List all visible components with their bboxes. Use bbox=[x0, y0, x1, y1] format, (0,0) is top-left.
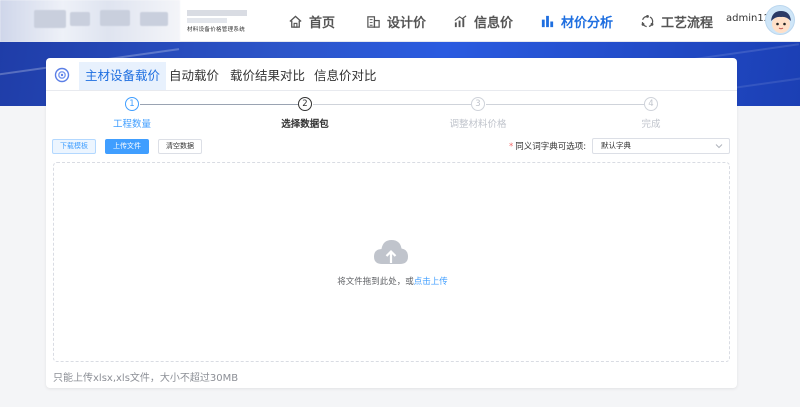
main-card: 主材设备载价 自动载价 载价结果对比 信息价对比 1 2 3 4 工程数量 选择… bbox=[46, 58, 737, 388]
chevron-down-icon bbox=[715, 144, 723, 149]
upload-instructions: 将文件拖到此处，或点击上传 bbox=[54, 275, 731, 287]
upload-dropzone[interactable]: 将文件拖到此处，或点击上传 bbox=[53, 162, 730, 362]
nav-price-analysis[interactable]: 材价分析 bbox=[540, 0, 613, 42]
tab-info-price-compare[interactable]: 信息价对比 bbox=[308, 62, 383, 90]
nav-process-flow[interactable]: 工艺流程 bbox=[640, 0, 713, 42]
avatar-face-icon bbox=[771, 11, 791, 33]
top-bar: 材料设备价格管理系统 首页 设计价 信息价 材价分析 工艺流程 admin12 bbox=[0, 0, 800, 42]
step-connector bbox=[313, 104, 471, 105]
click-upload-link[interactable]: 点击上传 bbox=[414, 277, 448, 287]
dictionary-select-value: 默认字典 bbox=[601, 141, 631, 150]
dictionary-label-text: 同义词字典可选项: bbox=[515, 142, 587, 152]
drop-text: 将文件拖到此处，或 bbox=[337, 277, 414, 287]
step-4-label: 完成 bbox=[641, 119, 661, 130]
tab-auto-pricing[interactable]: 自动载价 bbox=[163, 62, 225, 90]
step-connector bbox=[486, 104, 644, 105]
nav-home-label: 首页 bbox=[309, 15, 336, 31]
building-icon bbox=[367, 15, 380, 28]
nav-info-price[interactable]: 信息价 bbox=[453, 0, 513, 42]
step-3-label: 调整材料价格 bbox=[449, 119, 507, 130]
nav-process-label: 工艺流程 bbox=[661, 15, 714, 31]
step-3-circle: 3 bbox=[471, 97, 485, 111]
logo-subtitle: 材料设备价格管理系统 bbox=[187, 27, 246, 33]
cloud-upload-icon bbox=[374, 240, 408, 264]
required-marker: * bbox=[509, 142, 514, 152]
upload-tip: 只能上传xlsx,xls文件，大小不超过30MB bbox=[53, 373, 239, 384]
nav-analysis-label: 材价分析 bbox=[561, 15, 614, 31]
tab-pricing-result-compare[interactable]: 载价结果对比 bbox=[224, 62, 311, 90]
step-connector bbox=[140, 104, 298, 105]
tab-main-material-pricing[interactable]: 主材设备载价 bbox=[79, 62, 167, 90]
tab-bar-logo-icon bbox=[54, 67, 70, 83]
tab-bar: 主材设备载价 自动载价 载价结果对比 信息价对比 bbox=[46, 58, 737, 91]
step-1-circle: 1 bbox=[125, 97, 139, 111]
bar-trend-icon bbox=[454, 14, 467, 27]
upload-file-button[interactable]: 上传文件 bbox=[105, 139, 149, 154]
nav-info-label: 信息价 bbox=[474, 15, 514, 31]
step-1-label: 工程数量 bbox=[112, 119, 152, 130]
nav-design-label: 设计价 bbox=[387, 15, 427, 31]
nav-design-price[interactable]: 设计价 bbox=[366, 0, 426, 42]
bar-chart-icon bbox=[541, 15, 554, 27]
home-icon bbox=[289, 14, 302, 28]
download-template-button[interactable]: 下载模板 bbox=[52, 139, 96, 154]
logo-title: 材料设备价格管理系统 bbox=[187, 8, 255, 34]
nav-home[interactable]: 首页 bbox=[288, 0, 335, 42]
logo-image bbox=[0, 0, 180, 42]
cycle-icon bbox=[641, 14, 654, 27]
step-indicator: 1 2 3 4 工程数量 选择数据包 调整材料价格 完成 bbox=[46, 96, 737, 132]
step-4-circle: 4 bbox=[644, 97, 658, 111]
clear-data-button[interactable]: 清空数据 bbox=[158, 139, 202, 154]
user-name[interactable]: admin12 bbox=[726, 13, 770, 24]
dictionary-select[interactable]: 默认字典 bbox=[592, 138, 730, 154]
dictionary-label: * 同义词字典可选项: bbox=[509, 140, 586, 152]
avatar[interactable] bbox=[765, 5, 795, 35]
step-2-label: 选择数据包 bbox=[281, 119, 329, 130]
step-2-circle: 2 bbox=[298, 97, 312, 111]
